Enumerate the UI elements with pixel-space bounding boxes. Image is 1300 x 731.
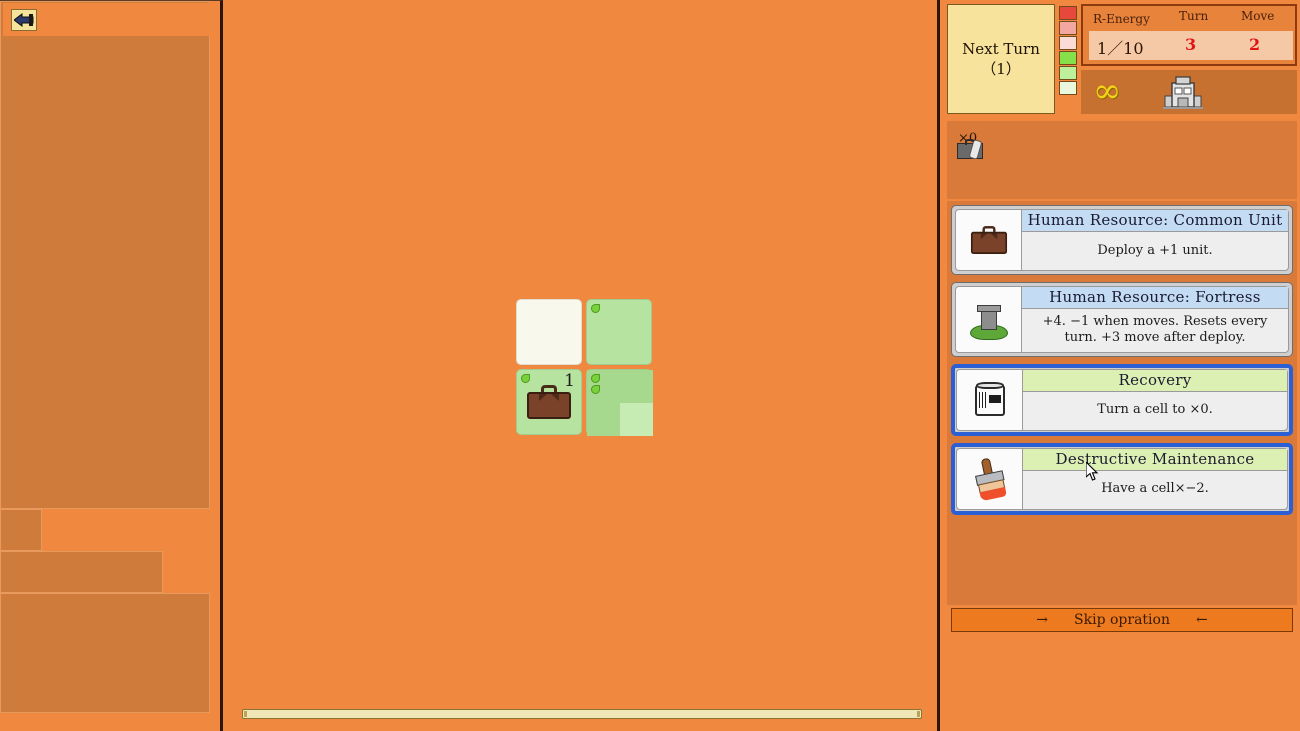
cell-marker-dot — [591, 385, 600, 394]
move-label: Move — [1241, 9, 1275, 23]
card-description: Turn a cell to ×0. — [1097, 402, 1213, 418]
skip-operation-label: Skip opration — [1074, 612, 1170, 628]
card-description: +4. −1 when moves. Resets every turn. +3… — [1042, 314, 1268, 346]
ability-card-list: Human Resource: Common Unit Deploy a +1 … — [947, 201, 1297, 605]
card-title: Destructive Maintenance — [1023, 448, 1287, 471]
turn-value: 3 — [1185, 35, 1197, 54]
board-cell[interactable] — [586, 369, 653, 436]
legend-swatch — [1059, 66, 1077, 80]
back-arrow-icon[interactable] — [11, 9, 37, 31]
color-legend-strip — [1059, 6, 1077, 95]
board-cell[interactable] — [586, 299, 652, 365]
horizontal-scrollbar[interactable] — [242, 709, 922, 719]
stats-box: R-Energy Turn Move 1／10 3 2 — [1081, 4, 1297, 66]
cell-marker-dot — [591, 374, 600, 383]
cell-marker-dot — [591, 304, 600, 313]
board-cell[interactable]: 1 — [516, 369, 582, 435]
next-turn-button[interactable]: Next Turn （1） — [947, 4, 1055, 114]
briefcase-icon — [955, 209, 1021, 271]
factory-glyph — [1163, 76, 1203, 109]
card-title: Recovery — [1023, 369, 1287, 392]
legend-swatch — [1059, 21, 1077, 35]
sidebar-info-slot[interactable] — [0, 551, 163, 593]
card-description: Have a cell×−2. — [1101, 481, 1209, 497]
legend-swatch — [1059, 6, 1077, 20]
sidebar-toolbar — [3, 3, 217, 36]
status-row: Next Turn （1） R-Energy Turn Move 1／10 3 … — [947, 4, 1297, 117]
infinity-icon[interactable]: ∞ — [1093, 74, 1121, 108]
next-turn-count: （1） — [981, 60, 1021, 78]
factory-icon[interactable] — [1161, 74, 1205, 110]
skip-operation-button[interactable]: → Skip opration ← — [951, 608, 1293, 632]
legend-swatch — [1059, 36, 1077, 50]
stats-headers: R-Energy Turn Move — [1083, 8, 1295, 30]
game-board-area: 1 — [226, 0, 940, 731]
sidebar-main-panel — [0, 1, 210, 509]
r-energy-label: R-Energy — [1093, 12, 1150, 26]
power-icon-bar: ∞ — [1081, 70, 1297, 114]
card-title: Human Resource: Fortress — [1022, 287, 1288, 309]
cell-grid: 1 — [516, 299, 653, 436]
skip-arrow-left-icon: → — [1036, 612, 1049, 628]
paint-brush-icon — [956, 447, 1022, 510]
fortress-icon — [955, 286, 1021, 353]
board-cell[interactable] — [516, 299, 582, 365]
paint-can-icon — [956, 368, 1022, 431]
inventory-item[interactable]: ×0 — [957, 131, 983, 160]
ability-card-destructive-maintenance[interactable]: Destructive Maintenance Have a cell×−2. — [951, 442, 1293, 515]
briefcase-icon — [517, 370, 581, 434]
ability-card-fortress[interactable]: Human Resource: Fortress +4. −1 when mov… — [951, 282, 1293, 357]
legend-swatch — [1059, 51, 1077, 65]
ability-card-common-unit[interactable]: Human Resource: Common Unit Deploy a +1 … — [951, 205, 1293, 275]
back-arrow-glyph — [14, 13, 34, 27]
sidebar-bottom-panel — [0, 593, 210, 713]
ability-card-recovery[interactable]: Recovery Turn a cell to ×0. — [951, 363, 1293, 436]
r-energy-value: 1／10 — [1097, 39, 1144, 58]
next-turn-label: Next Turn — [962, 39, 1040, 58]
sidebar-icon-slot[interactable] — [0, 509, 42, 551]
inventory-bar: ×0 — [947, 121, 1297, 199]
move-value: 2 — [1249, 35, 1261, 54]
right-hud-panel: Next Turn （1） R-Energy Turn Move 1／10 3 … — [943, 0, 1300, 731]
stats-values: 1／10 3 2 — [1089, 31, 1293, 60]
game-screen: 1 Next Turn （1） R-Energy Turn Move 1／10 … — [0, 0, 1300, 731]
card-description: Deploy a +1 unit. — [1097, 242, 1213, 258]
legend-swatch — [1059, 81, 1077, 95]
skip-arrow-right-icon: ← — [1195, 612, 1208, 628]
turn-label: Turn — [1179, 9, 1209, 23]
left-sidebar — [0, 0, 223, 731]
card-title: Human Resource: Common Unit — [1022, 210, 1288, 232]
